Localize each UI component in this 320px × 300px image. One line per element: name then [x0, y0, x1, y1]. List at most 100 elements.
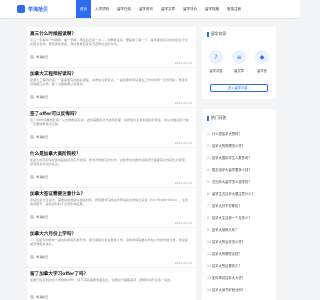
- nav-item-admission[interactable]: 入学须知: [91, 0, 113, 18]
- article-author: 学海拾贝: [30, 94, 48, 99]
- hot-question-item[interactable]: 9. 加拿大读研几年？: [207, 227, 273, 232]
- hot-question-text: 加拿大的治安怎么样？: [212, 240, 245, 244]
- article-author: 学海拾贝: [30, 294, 48, 299]
- hot-question-text: 加拿大签证要多久？: [212, 264, 242, 268]
- article-excerpt: 加拿大的高阶院校通常是指综合实力较强、学术声誉较高的大学，这些学校在教学和科研方…: [30, 158, 188, 167]
- guide-box-title: 留学向导: [211, 31, 227, 36]
- author-name: 学海拾贝: [36, 135, 49, 139]
- heading-accent-bar: [207, 115, 209, 121]
- hot-question-item[interactable]: 13.如何申请加拿大大学？: [207, 275, 273, 280]
- category-resources[interactable]: ◆ 留学资: [252, 50, 272, 73]
- author-name: 学海拾贝: [36, 255, 49, 259]
- guide-box-header: 留学向导: [207, 31, 226, 37]
- article-title[interactable]: 签了offer可以反悔吗？: [30, 111, 79, 117]
- article-author: 学海拾贝: [30, 134, 48, 139]
- hot-question-item[interactable]: 2. 加拿大的物理怎么样？: [207, 143, 273, 148]
- article-title[interactable]: 高三什么时候报读啊？: [30, 31, 76, 37]
- hot-question-text: 加拿大读研几年？: [212, 228, 239, 232]
- article-list: 高三什么时候报读啊？ 高三一年有两个学期啊，第一学期，再往后还有一次……如果都没…: [27, 27, 196, 300]
- avatar: [30, 214, 34, 219]
- article-title[interactable]: 留了加拿大学习offer了吗？: [30, 271, 88, 277]
- guide-box: 留学向导 ? 留学问答 ≡ 留文章 ◆ 留学资 进入留学问答 ›: [202, 27, 276, 99]
- article-author: 学海拾贝: [30, 174, 48, 179]
- guide-categories: ? 留学问答 ≡ 留文章 ◆ 留学资: [206, 50, 272, 73]
- article-excerpt: 如果大工程师的话，一般需要完成相关课程，并参加注册考试，一般会要求申请者在工作中…: [30, 78, 188, 87]
- avatar: [30, 54, 34, 59]
- article-item[interactable]: 加拿大工程师好读吗？ 如果大工程师的话，一般需要完成相关课程，并参加注册考试，一…: [27, 67, 196, 108]
- heading-accent-bar: [207, 31, 209, 37]
- article-excerpt: ……加拿大的学校一般在秋季和冬季开学，部分课程也会在夏季入学，具体时间需要以学校…: [30, 238, 188, 247]
- nav-item-login[interactable]: 登录注册: [223, 0, 245, 18]
- article-date: 2024-02-22: [174, 261, 192, 265]
- article-date: 2024-02-22: [174, 101, 192, 105]
- hot-question-item[interactable]: 8. 加拿大生活费一个月多少？: [207, 215, 273, 220]
- book-icon: ◆: [255, 50, 269, 64]
- article-item[interactable]: 加拿大六月份上学吗？ ……加拿大的学校一般在秋季和冬季开学，部分课程也会在夏季入…: [27, 227, 196, 268]
- nav-item-online[interactable]: 留学在线: [113, 0, 135, 18]
- avatar: [30, 134, 34, 139]
- article-item[interactable]: 留了加拿大学习offer了吗？ 如果已经拿到加拿大学校的offer，接下来就需要…: [27, 267, 196, 300]
- article-item[interactable]: 签了offer可以反悔吗？ 签了offer如果想反悔，从法律角度来讲，通常需要和…: [27, 107, 196, 148]
- hot-question-text: 加拿大国际学生人数多吗？: [212, 156, 252, 160]
- nav-item-reviews[interactable]: 留学评价: [179, 0, 201, 18]
- nav-item-news[interactable]: 留学资讯: [135, 0, 157, 18]
- hot-question-item[interactable]: 7. 加拿大好不好移民？: [207, 203, 273, 208]
- avatar: [30, 254, 34, 259]
- article-title[interactable]: 加拿大签证需要注意什么？: [30, 191, 85, 197]
- hot-question-text: 留学生去加拿大要注意什么？: [212, 192, 255, 196]
- hot-question-item[interactable]: 10.加拿大的治安怎么样？: [207, 239, 273, 244]
- nav-item-home[interactable]: 首页: [76, 0, 91, 18]
- article-item[interactable]: 高三什么时候报读啊？ 高三一年有两个学期啊，第一学期，再往后还有一次……如果都没…: [27, 27, 196, 68]
- hot-list-title: 热门问答: [211, 115, 227, 120]
- hot-question-text: 什么是加拿大预科？: [212, 132, 242, 136]
- article-author: 学海拾贝: [30, 214, 48, 219]
- avatar: [30, 174, 34, 179]
- hot-question-item[interactable]: 3. 加拿大国际学生人数多吗？: [207, 155, 273, 160]
- article-date: 2024-02-22: [174, 141, 192, 145]
- article-author: 学海拾贝: [30, 54, 48, 59]
- category-articles[interactable]: ≡ 留文章: [229, 50, 249, 73]
- article-item[interactable]: 什么是加拿大高阶院校？ 加拿大的高阶院校通常是指综合实力较强、学术声誉较高的大学…: [27, 147, 196, 188]
- question-icon: ?: [209, 50, 223, 64]
- article-title[interactable]: 加拿大六月份上学吗？: [30, 231, 76, 237]
- logo-icon: [17, 5, 25, 13]
- article-date: 2024-02-22: [174, 181, 192, 185]
- hot-question-text: 加拿大的物理怎么样？: [212, 144, 245, 148]
- category-qa[interactable]: ? 留学问答: [206, 50, 226, 73]
- category-label: 留文章: [234, 69, 244, 73]
- article-item[interactable]: 加拿大签证需要注意什么？ 申请加拿大签证时，需要提前准备好相关材料，按照要求完成…: [27, 187, 196, 228]
- nav-item-articles[interactable]: 留学文章: [157, 0, 179, 18]
- article-title[interactable]: 加拿大工程师好读吗？: [30, 71, 76, 77]
- hot-question-item[interactable]: 12.加拿大签证要多久？: [207, 263, 273, 268]
- category-label: 留学资: [257, 69, 267, 73]
- hot-question-text: 去加拿大留学怎么选学校？: [212, 180, 252, 184]
- article-title[interactable]: 什么是加拿大高阶院校？: [30, 151, 81, 157]
- author-name: 学海拾贝: [36, 295, 49, 299]
- hot-question-item[interactable]: 6. 留学生去加拿大要注意什么？: [207, 191, 273, 196]
- category-label: 留学问答: [209, 69, 223, 73]
- article-author: 学海拾贝: [30, 254, 48, 259]
- hot-question-item[interactable]: 1. 什么是加拿大预科？: [207, 131, 273, 136]
- author-name: 学海拾贝: [36, 55, 49, 59]
- article-date: 2024-02-22: [174, 61, 192, 65]
- article-excerpt: 如果已经拿到加拿大学校的offer，接下来就需要准备签证、住宿和行程等事项，按照…: [30, 278, 174, 282]
- hot-question-text: 加拿大有哪些名校？: [212, 252, 242, 256]
- site-logo[interactable]: 学海拾贝: [17, 5, 48, 13]
- article-date: 2024-02-22: [174, 221, 192, 225]
- hot-questions-list: 热门问答 1. 什么是加拿大预科？ 2. 加拿大的物理怎么样？ 3. 加拿大国际学生人…: [202, 109, 276, 300]
- hot-question-item[interactable]: 14.加拿大读书好就业吗？: [207, 287, 273, 292]
- hot-question-text: 加拿大生活费一个月多少？: [212, 216, 252, 220]
- document-icon: ≡: [232, 50, 246, 64]
- enter-qa-button[interactable]: 进入留学问答 ›: [210, 84, 268, 92]
- author-name: 学海拾贝: [36, 175, 49, 179]
- hot-question-item[interactable]: 5. 去加拿大留学怎么选学校？: [207, 179, 273, 184]
- author-name: 学海拾贝: [36, 215, 49, 219]
- hot-question-text: 加拿大读书好就业吗？: [212, 288, 245, 292]
- hot-question-text: 想去加拿大留学要多少钱？: [212, 168, 252, 172]
- hot-question-item[interactable]: 11.加拿大有哪些名校？: [207, 251, 273, 256]
- nav-item-guides[interactable]: 留学攻略: [201, 0, 223, 18]
- article-excerpt: 签了offer如果想反悔，从法律角度来讲，通常需要和对方协商处理，并按照约定承担…: [30, 118, 189, 127]
- main-nav: 首页 入学须知 留学在线 留学资讯 留学文章 留学评价 留学攻略 登录注册: [76, 0, 245, 18]
- hot-question-item[interactable]: 4. 想去加拿大留学要多少钱？: [207, 167, 273, 172]
- avatar: [30, 94, 34, 99]
